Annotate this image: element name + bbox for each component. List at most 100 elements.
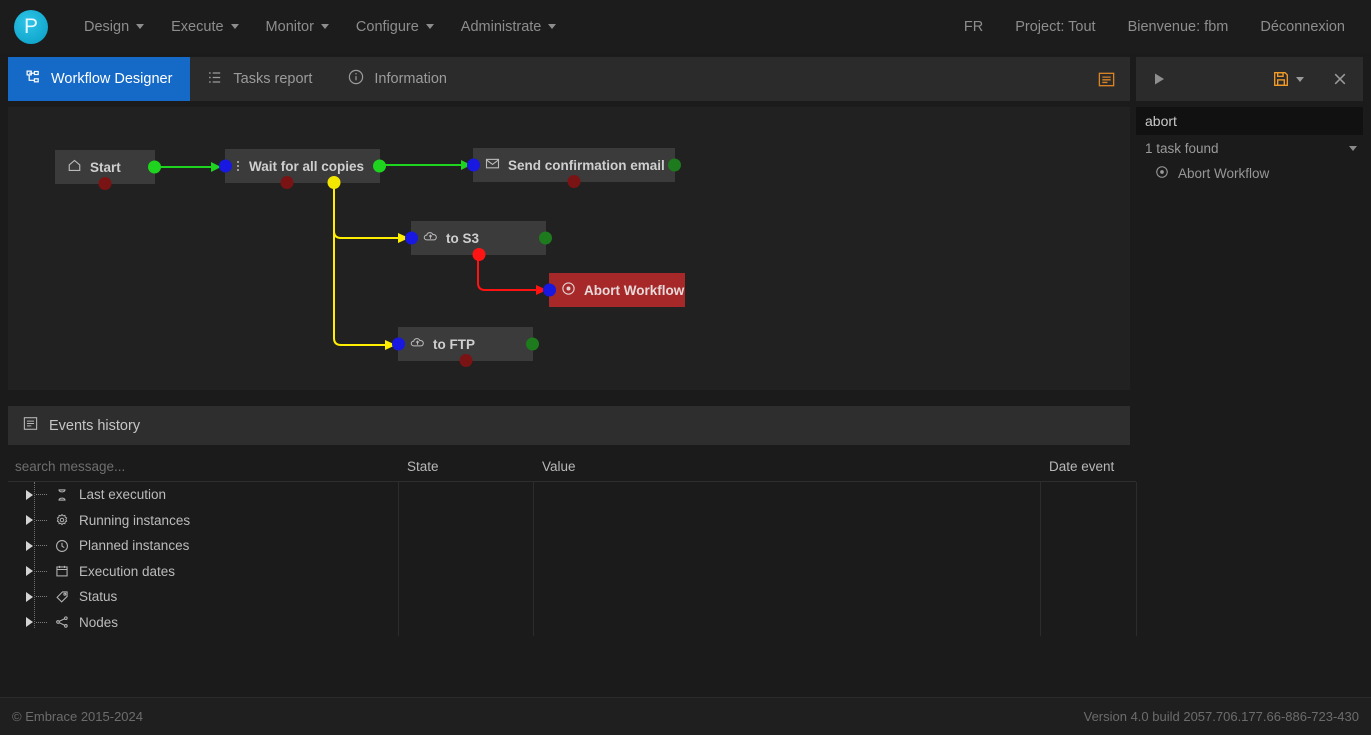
expand-triangle-icon[interactable] — [26, 617, 33, 628]
column-header-value: Value — [542, 458, 576, 474]
column-divider — [533, 482, 534, 636]
footer-bar: © Embrace 2015-2024 Version 4.0 build 20… — [0, 697, 1371, 735]
chevron-down-icon — [548, 24, 557, 29]
task-panel-toolbar — [1136, 57, 1363, 101]
expand-triangle-icon[interactable] — [26, 489, 33, 500]
table-row[interactable]: Execution dates — [8, 559, 1136, 585]
menu-execute-label: Execute — [171, 18, 224, 35]
workflow-node-start[interactable]: Start — [55, 150, 161, 190]
workflow-node-to-s3[interactable]: to S3 — [405, 221, 552, 261]
chevron-down-icon — [320, 24, 329, 29]
menu-administrate-label: Administrate — [460, 18, 542, 35]
menu-design-label: Design — [84, 18, 130, 35]
workflow-node-send-confirmation-email[interactable]: Send confirmation email — [467, 148, 681, 188]
workflow-node-abort-label: Abort Workflow — [584, 282, 685, 298]
expand-triangle-icon[interactable] — [26, 540, 33, 551]
node-to-ftp-error-port[interactable] — [459, 354, 472, 367]
task-list-item-abort-workflow[interactable]: Abort Workflow — [1136, 161, 1363, 185]
expand-triangle-icon[interactable] — [26, 566, 33, 577]
task-search-panel: abort 1 task found Abort Workflow — [1136, 57, 1363, 212]
tab-bar-actions — [1093, 66, 1130, 93]
node-to-s3-input-port[interactable] — [405, 231, 418, 245]
logout-link[interactable]: Déconnexion — [1244, 11, 1361, 43]
workflow-canvas[interactable]: Start Wait for all copies Send confirmat… — [8, 107, 1130, 390]
cloud-upload-icon — [410, 335, 425, 353]
task-result-count[interactable]: 1 task found — [1136, 135, 1363, 161]
workflow-icon — [26, 70, 41, 89]
tab-bar: Workflow Designer Tasks report Informati… — [8, 57, 1130, 101]
tree-guide-line — [34, 482, 35, 628]
application-window: P Design Execute Monitor Configure Admin… — [0, 0, 1371, 735]
events-search-input[interactable]: search message... — [8, 451, 398, 482]
app-logo[interactable]: P — [14, 9, 48, 44]
row-label: Last execution — [79, 487, 167, 503]
node-email-error-port[interactable] — [567, 175, 581, 188]
task-search-input[interactable]: abort — [1136, 107, 1363, 135]
version-text: Version 4.0 build 2057.706.177.66-886-72… — [1083, 709, 1359, 724]
table-row[interactable]: Last execution — [8, 482, 1136, 508]
expand-triangle-icon[interactable] — [26, 591, 33, 602]
node-to-ftp-input-port[interactable] — [392, 337, 405, 351]
user-greeting: Bienvenue: fbm — [1127, 18, 1229, 35]
column-divider — [1136, 482, 1137, 636]
workflow-node-email-label: Send confirmation email — [508, 157, 665, 173]
drag-dots-icon[interactable] — [237, 161, 239, 171]
language-selector[interactable]: FR — [948, 11, 999, 43]
envelope-icon — [485, 156, 500, 174]
workflow-node-wait-for-all-copies[interactable]: Wait for all copies — [219, 149, 386, 189]
tab-tasks-report[interactable]: Tasks report — [190, 57, 330, 101]
calendar-icon — [53, 564, 71, 578]
menu-configure[interactable]: Configure — [344, 11, 446, 43]
app-logo-letter: P — [23, 15, 38, 38]
node-wait-branch-port[interactable] — [327, 176, 340, 189]
node-abort-input-port[interactable] — [543, 283, 556, 297]
chevron-down-icon — [425, 24, 434, 29]
document-panel-icon[interactable] — [1093, 66, 1120, 93]
node-to-s3-error-port[interactable] — [472, 248, 485, 261]
tab-information[interactable]: Information — [330, 57, 465, 101]
tab-tasks-report-label: Tasks report — [233, 71, 313, 87]
save-dropdown-chevron-down-icon[interactable] — [1293, 74, 1307, 85]
node-email-output-port[interactable] — [668, 158, 681, 172]
close-icon[interactable] — [1329, 68, 1351, 90]
node-to-s3-output-port[interactable] — [539, 231, 552, 245]
info-icon — [348, 69, 364, 89]
workflow-node-abort-workflow[interactable]: Abort Workflow — [543, 273, 685, 307]
node-wait-output-port[interactable] — [373, 159, 386, 173]
node-start-output-port[interactable] — [148, 160, 161, 174]
menu-design[interactable]: Design — [72, 11, 156, 43]
tab-workflow-designer[interactable]: Workflow Designer — [8, 57, 191, 101]
table-row[interactable]: Status — [8, 584, 1136, 610]
node-start-error-port[interactable] — [98, 177, 112, 190]
table-row[interactable]: Nodes — [8, 610, 1136, 636]
events-history-title: Events history — [49, 417, 141, 434]
node-email-input-port[interactable] — [467, 158, 480, 172]
row-label: Running instances — [79, 512, 191, 528]
node-wait-input-port[interactable] — [219, 159, 232, 173]
list-icon — [208, 70, 223, 89]
task-search-value: abort — [1145, 113, 1177, 129]
document-list-icon — [22, 415, 39, 436]
column-header-date-event: Date event — [1049, 458, 1115, 474]
node-to-ftp-output-port[interactable] — [526, 337, 539, 351]
node-wait-error-port[interactable] — [280, 176, 294, 189]
workflow-node-start-label: Start — [90, 159, 121, 175]
project-selector[interactable]: Project: Tout — [999, 11, 1111, 43]
menu-administrate[interactable]: Administrate — [449, 11, 569, 43]
chevron-down-icon — [230, 24, 239, 29]
table-row[interactable]: Planned instances — [8, 533, 1136, 559]
chevron-down-icon[interactable] — [1349, 145, 1357, 151]
column-header-state: State — [407, 458, 439, 474]
clock-icon — [53, 539, 71, 553]
expand-triangle-icon[interactable] — [26, 515, 33, 526]
cloud-upload-icon — [423, 229, 438, 247]
column-divider — [1040, 482, 1041, 636]
play-icon[interactable] — [1148, 68, 1170, 90]
workflow-node-to-ftp[interactable]: to FTP — [392, 327, 539, 367]
save-icon[interactable] — [1269, 67, 1293, 91]
events-table-body: Last execution Running instances Planned… — [8, 482, 1137, 636]
table-row[interactable]: Running instances — [8, 508, 1136, 534]
menu-monitor[interactable]: Monitor — [254, 11, 341, 43]
row-label: Nodes — [79, 614, 119, 630]
menu-execute[interactable]: Execute — [159, 11, 250, 43]
